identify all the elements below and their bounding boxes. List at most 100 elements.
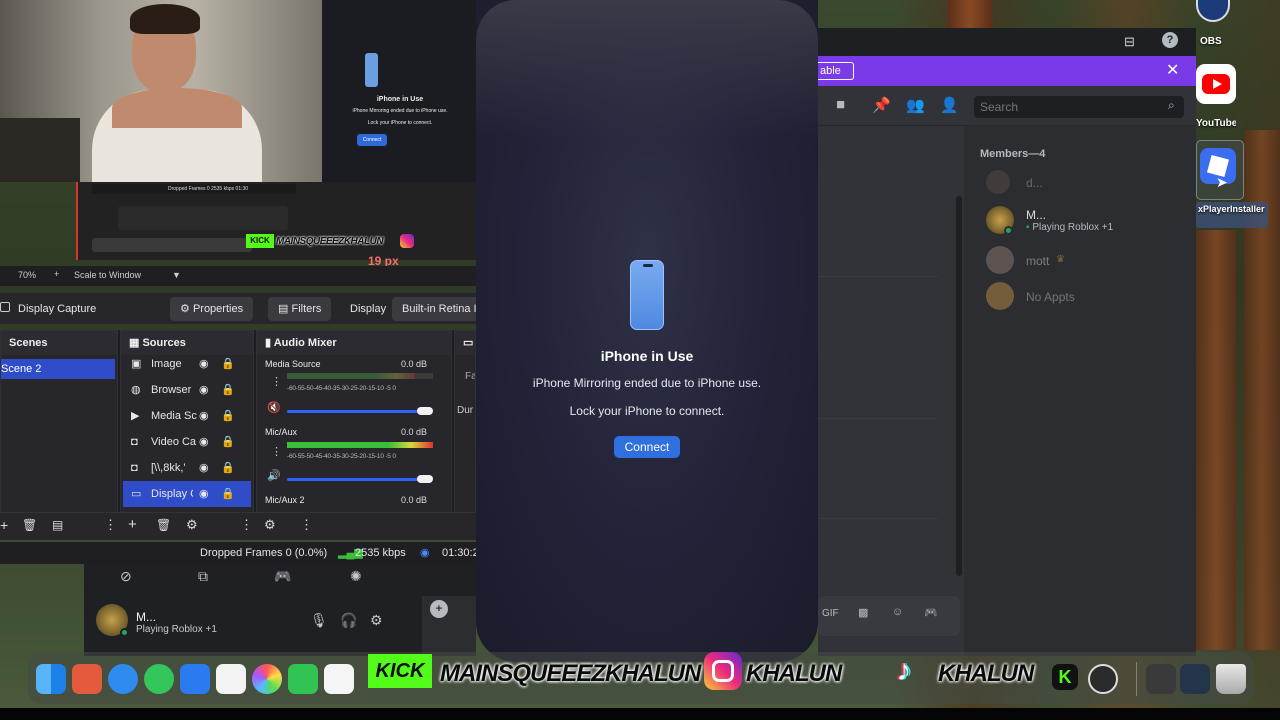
eye-icon[interactable]: ◉ [199,455,209,481]
obs-desktop-label[interactable]: OBS [1200,36,1222,47]
channel-db: 0.0 dB [401,359,428,369]
preview-status-time: 01:30 [235,186,249,192]
add-scene-icon[interactable]: + [0,517,8,533]
soundboard-icon[interactable]: ✺ [350,568,362,585]
search-input[interactable] [974,96,1184,118]
banner-button[interactable]: able [818,62,854,80]
camera-icon: ◘ [131,436,138,448]
lock-icon[interactable]: 🔒 [221,455,235,481]
member-row[interactable]: M... ▪ Playing Roblox +1 [964,206,1196,240]
muted-speaker-icon[interactable]: 🔇 [267,401,281,414]
speaker-icon[interactable]: 🔊 [267,469,281,482]
screen-share-icon[interactable]: ⧉ [198,568,208,585]
launchpad-icon[interactable] [72,664,102,694]
video-icon[interactable]: ■ [836,96,845,113]
play-icon: ▶ [131,410,140,422]
zoom-level[interactable]: 70% [18,270,36,280]
more-vertical-icon[interactable]: ⋮ [240,517,253,533]
mail-icon[interactable] [180,664,210,694]
trash-icon[interactable]: 🗑 [22,518,37,532]
microphone-icon[interactable]: 🎙 [310,612,328,629]
obs-dock-icon[interactable] [1088,664,1118,694]
mixer-settings-icon[interactable]: ⚙ [264,517,276,533]
lock-icon[interactable]: 🔒 [221,481,235,507]
eye-icon[interactable]: ◉ [199,377,209,403]
no-video-icon[interactable]: ⊘ [120,568,132,585]
youtube-desktop-label[interactable]: YouTube [1196,118,1236,129]
eye-icon[interactable]: ◉ [199,481,209,507]
screen-stack-icon[interactable] [1180,664,1210,694]
source-item[interactable]: ◘ Video Ca ◉ 🔒 [121,429,253,455]
chevron-down-icon[interactable]: ▼ [172,270,181,280]
connect-button[interactable]: Connect [614,436,680,458]
eye-icon[interactable]: ◉ [199,351,209,377]
headphones-icon[interactable]: 🎧 [340,612,357,629]
scale-mode[interactable]: Scale to Window [74,270,141,280]
member-row[interactable]: No Appts [964,282,1196,312]
source-item[interactable]: ▶ Media Sc ◉ 🔒 [121,403,253,429]
search-icon[interactable]: ⌕ [1168,98,1175,113]
finder-icon[interactable] [36,664,66,694]
inbox-icon[interactable]: ⊟ [1124,34,1135,50]
more-vertical-icon[interactable]: ⋮ [104,517,117,533]
emoji-icon[interactable]: ☺ [892,606,903,618]
filters-button[interactable]: ▤ Filters [268,297,332,321]
settings-icon[interactable]: ⚙ [370,612,383,629]
installer-desktop-label[interactable]: xPlayerInstaller [1196,202,1268,228]
safari-icon[interactable] [108,664,138,694]
member-row[interactable]: mott ♛ [964,246,1196,276]
lock-icon[interactable]: 🔒 [221,377,235,403]
gear-icon[interactable]: ⚙ [186,517,198,533]
eye-icon[interactable]: ◉ [199,403,209,429]
filter-icon[interactable]: ▤ [52,518,63,532]
volume-knob[interactable] [417,407,433,415]
close-icon[interactable]: ✕ [1166,60,1179,80]
source-item[interactable]: ◍ Browser ◉ 🔒 [121,377,253,403]
gif-icon[interactable]: GIF [822,608,839,619]
add-member-icon[interactable]: 👥 [906,96,925,114]
more-vertical-icon[interactable]: ⋮ [300,517,313,533]
activity-icon[interactable]: 🎮 [924,606,938,619]
preview-instagram-icon [400,234,414,248]
volume-knob[interactable] [417,475,433,483]
lock-icon[interactable]: 🔒 [221,429,235,455]
volume-slider[interactable] [287,478,427,481]
photos-icon[interactable] [252,664,282,694]
message-input[interactable]: GIF ▩ ☺ 🎮 [818,596,960,636]
volume-slider[interactable] [287,410,427,413]
freeform-icon[interactable] [324,664,354,694]
source-item[interactable]: ▣ Image ◉ 🔒 [121,351,253,377]
activity-icon[interactable]: 🎮 [274,568,291,585]
add-icon[interactable]: + [54,269,59,279]
more-vertical-icon[interactable]: ⋮ [271,445,282,458]
youtube-icon[interactable] [1196,64,1236,104]
messages-icon[interactable] [144,664,174,694]
scene-item[interactable]: Scene 2 [1,359,115,379]
pin-icon[interactable]: 📌 [872,96,891,114]
display-select[interactable]: Built-in Retina I [392,297,476,321]
more-vertical-icon[interactable]: ⋮ [271,375,282,388]
facetime-icon[interactable] [288,664,318,694]
help-icon[interactable]: ? [1162,32,1178,48]
maps-icon[interactable] [216,664,246,694]
add-attachment-icon[interactable]: + [430,600,448,618]
sources-dock: ▦ Sources ▣ Image ◉ 🔒 ◍ Browser ◉ 🔒 ▶ Me… [120,330,254,540]
properties-button[interactable]: ⚙ Properties [170,297,254,321]
eye-icon[interactable]: ◉ [199,429,209,455]
downloads-stack-icon[interactable] [1146,664,1176,694]
kick-app-icon[interactable]: K [1052,664,1078,690]
lock-icon[interactable]: 🔒 [221,403,235,429]
fade-select[interactable]: Fa [465,371,475,382]
member-row[interactable]: d... [964,170,1196,198]
members-header: Members—4 [980,148,1046,160]
trash-icon[interactable] [1216,664,1246,694]
sticker-icon[interactable]: ▩ [858,606,868,619]
trash-icon[interactable]: 🗑 [156,518,171,532]
member-list-icon[interactable]: 👤 [940,96,959,114]
lock-icon[interactable]: 🔒 [221,351,235,377]
source-item[interactable]: ◘ [\\,8kk,' ◉ 🔒 [121,455,253,481]
scrollbar[interactable] [956,196,962,576]
add-source-icon[interactable]: + [128,516,137,533]
meter-ticks: -60-55-50-45-40-35-30-25-20-15-10 -5 0 [287,385,396,392]
source-item-selected[interactable]: ▭ Display C ◉ 🔒 [123,481,251,507]
